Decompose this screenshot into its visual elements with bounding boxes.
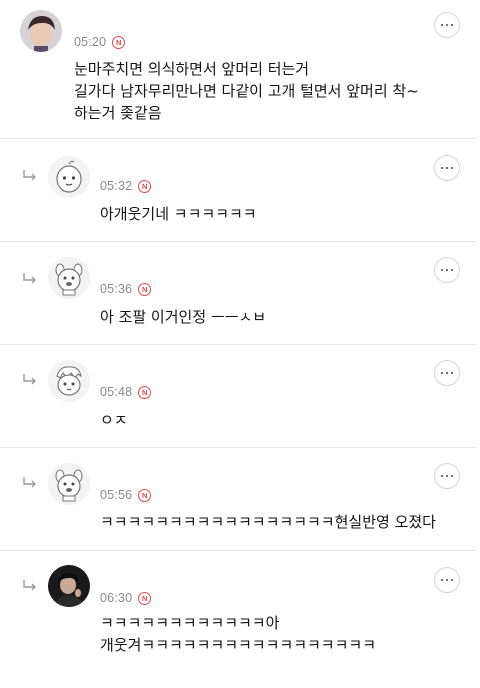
comment-line: ㅋㅋㅋㅋㅋㅋㅋㅋㅋㅋㅋㅋ아 [100, 614, 280, 632]
comment-thread: 05:20 N 눈마주치면 의식하면서 앞머리 터는거 길가다 남자무리만나면 다… [0, 0, 480, 688]
comment-text: 아개웃기네 ㅋㅋㅋㅋㅋㅋ [100, 203, 257, 225]
comment-text: ㅋㅋㅋㅋㅋㅋㅋㅋㅋㅋㅋㅋ아 개웃겨ㅋㅋㅋㅋㅋㅋㅋㅋㅋㅋㅋㅋㅋㅋㅋㅋㅋ [100, 612, 376, 656]
comment-time: 05:48 N [100, 385, 152, 399]
avatar[interactable] [48, 360, 90, 402]
more-options-icon [440, 166, 444, 170]
reply-comment: 05:56 N ㅋㅋㅋㅋㅋㅋㅋㅋㅋㅋㅋㅋㅋㅋㅋㅋㅋ현실반영 오졌다 [0, 448, 476, 550]
new-badge: N [138, 180, 152, 193]
avatar[interactable] [48, 156, 90, 198]
reply-arrow-icon [23, 374, 36, 385]
comment-line: ㅇㅈ [100, 411, 128, 429]
more-options-button[interactable] [434, 463, 460, 489]
comment-text: 눈마주치면 의식하면서 앞머리 터는거 길가다 남자무리만나면 다같이 고개 털… [74, 58, 419, 124]
more-options-icon [440, 371, 444, 375]
comment-time: 05:36 N [100, 282, 152, 296]
reply-arrow-icon [23, 580, 36, 591]
new-badge: N [112, 36, 126, 49]
comment-line: 개웃겨ㅋㅋㅋㅋㅋㅋㅋㅋㅋㅋㅋㅋㅋㅋㅋㅋㅋ [100, 636, 377, 654]
comment-time: 05:32 N [100, 179, 152, 193]
comment-line: 눈마주치면 의식하면서 앞머리 터는거 [74, 60, 310, 78]
comment-line: 아개웃기네 ㅋㅋㅋㅋㅋㅋ [100, 205, 257, 223]
more-options-icon [440, 474, 444, 478]
more-options-icon [440, 268, 444, 272]
reply-arrow-icon [23, 273, 36, 284]
comment-time: 06:30 N [100, 591, 152, 605]
comment-text: ㅋㅋㅋㅋㅋㅋㅋㅋㅋㅋㅋㅋㅋㅋㅋㅋㅋ현실반영 오졌다 [100, 511, 436, 533]
more-options-icon [440, 578, 444, 582]
comment-line: 길가다 남자무리만나면 다같이 고개 털면서 앞머리 착~ [74, 82, 419, 100]
comment-text: 아 조팔 이거인정 ㅡㅡㅅㅂ [100, 306, 266, 328]
avatar[interactable] [48, 463, 90, 505]
more-options-button[interactable] [434, 155, 460, 181]
comment-line: 아 조팔 이거인정 ㅡㅡㅅㅂ [100, 308, 267, 326]
more-options-button[interactable] [434, 257, 460, 283]
comment-line: 하는거 좆같음 [74, 104, 162, 122]
more-options-button[interactable] [434, 567, 460, 593]
more-options-button[interactable] [434, 12, 460, 38]
comment: 05:20 N 눈마주치면 의식하면서 앞머리 터는거 길가다 남자무리만나면 다… [0, 0, 476, 138]
comment-time: 05:56 N [100, 488, 152, 502]
reply-arrow-icon [23, 477, 36, 488]
new-badge: N [138, 592, 152, 605]
new-badge: N [138, 386, 152, 399]
comment-line: ㅋㅋㅋㅋㅋㅋㅋㅋㅋㅋㅋㅋㅋㅋㅋㅋㅋ현실반영 오졌다 [100, 513, 436, 531]
new-badge: N [138, 489, 152, 502]
more-options-icon [440, 23, 444, 27]
reply-comment: 05:36 N 아 조팔 이거인정 ㅡㅡㅅㅂ [0, 242, 476, 344]
comment-text: ㅇㅈ [100, 409, 128, 431]
reply-comment: 06:30 N ㅋㅋㅋㅋㅋㅋㅋㅋㅋㅋㅋㅋ아 개웃겨ㅋㅋㅋㅋㅋㅋㅋㅋㅋㅋㅋㅋㅋㅋㅋㅋ… [0, 551, 476, 688]
avatar[interactable] [48, 257, 90, 299]
avatar[interactable] [48, 565, 90, 607]
new-badge: N [138, 283, 152, 296]
reply-comment: 05:48 N ㅇㅈ [0, 345, 476, 447]
reply-arrow-icon [23, 170, 36, 181]
more-options-button[interactable] [434, 360, 460, 386]
avatar[interactable] [20, 10, 62, 52]
comment-time: 05:20 N [74, 35, 126, 49]
reply-comment: 05:32 N 아개웃기네 ㅋㅋㅋㅋㅋㅋ [0, 139, 476, 241]
